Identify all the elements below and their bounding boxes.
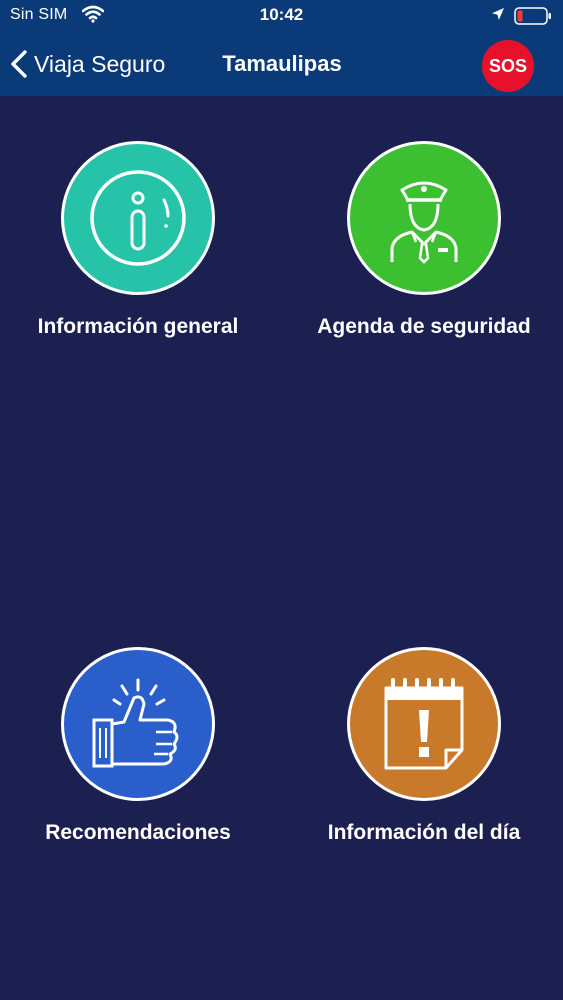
- sos-button[interactable]: SOS: [482, 40, 534, 92]
- tile-recomendaciones-circle: [61, 647, 215, 801]
- location-arrow-icon: [492, 8, 504, 20]
- navigation-bar: Viaja Seguro Tamaulipas SOS: [0, 32, 563, 96]
- thumbs-up-icon: [92, 678, 179, 768]
- info-icon: [90, 170, 186, 266]
- battery-low-icon: [514, 7, 551, 25]
- tile-agenda-de-seguridad-label: Agenda de seguridad: [317, 315, 531, 338]
- tile-informacion-general-circle: [61, 141, 215, 295]
- back-button[interactable]: Viaja Seguro: [10, 49, 165, 79]
- back-button-label: Viaja Seguro: [34, 51, 166, 77]
- tile-agenda-de-seguridad[interactable]: Agenda de seguridad: [294, 141, 554, 351]
- status-bar: Sin SIM 10:42: [0, 0, 563, 32]
- chevron-left-icon: [11, 50, 27, 78]
- tile-recomendaciones[interactable]: Recomendaciones: [8, 647, 268, 857]
- page-title: Tamaulipas: [222, 51, 342, 76]
- tile-informacion-general[interactable]: Información general: [8, 141, 268, 351]
- tile-informacion-general-label: Información general: [37, 315, 239, 338]
- tile-agenda-de-seguridad-circle: [347, 141, 501, 295]
- tile-informacion-del-dia-circle: [347, 647, 501, 801]
- police-officer-icon: [390, 181, 458, 264]
- top-bar: Sin SIM 10:42 Viaja Seguro Tamaulipas SO…: [0, 0, 563, 96]
- tile-informacion-del-dia[interactable]: Información del día: [294, 647, 554, 857]
- tile-informacion-del-dia-label: Información del día: [327, 821, 521, 844]
- calendar-alert-icon: [384, 678, 464, 770]
- status-time: 10:42: [259, 5, 304, 24]
- tile-recomendaciones-label: Recomendaciones: [45, 821, 231, 844]
